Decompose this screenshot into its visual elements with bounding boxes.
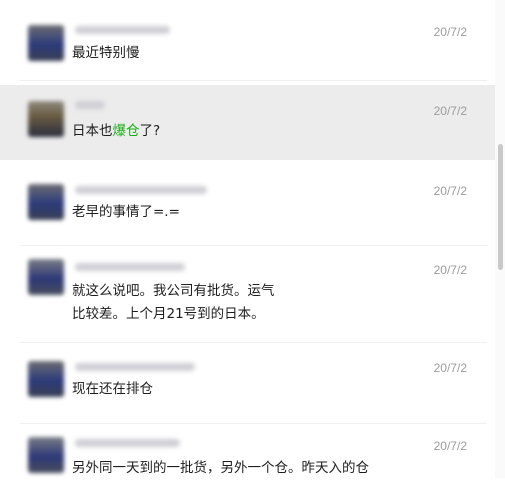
vertical-scrollbar[interactable] — [495, 0, 505, 478]
message-date: 20/7/2 — [433, 104, 467, 118]
avatar[interactable] — [28, 25, 64, 61]
message-text: 老早的事情了=.= — [72, 204, 180, 220]
sender-name-blurred — [75, 186, 207, 194]
sender-name-blurred — [75, 101, 105, 109]
message-text: 就这么说吧。我公司有批货。运气比较差。上个月21号到的日本。 — [72, 283, 275, 322]
message-date: 20/7/2 — [433, 361, 467, 375]
message-text: 另外同一天到的一批货，另外一个仓。昨天入的仓 — [72, 460, 369, 476]
message-date: 20/7/2 — [433, 263, 467, 277]
message-item[interactable]: 20/7/2 就这么说吧。我公司有批货。运气比较差。上个月21号到的日本。 — [0, 250, 495, 342]
avatar[interactable] — [28, 184, 64, 220]
sender-name-blurred — [75, 26, 170, 34]
sender-name-blurred — [75, 363, 195, 371]
divider — [20, 423, 487, 424]
divider — [20, 245, 487, 246]
message-text: 现在还在排仓 — [72, 381, 153, 397]
message-text: 最近特别慢 — [72, 45, 140, 61]
sender-name-blurred — [75, 263, 185, 271]
message-date: 20/7/2 — [433, 439, 467, 453]
message-list: 20/7/2 最近特别慢 20/7/2 日本也爆仓了? 20/7/2 老早的事情… — [0, 0, 505, 478]
message-text: 日本也爆仓了? — [72, 120, 282, 143]
message-item-selected[interactable]: 20/7/2 日本也爆仓了? — [0, 85, 495, 160]
divider — [20, 342, 487, 343]
divider — [20, 80, 487, 81]
avatar[interactable] — [28, 259, 64, 295]
sender-name-blurred — [75, 439, 180, 447]
message-text-after: 了? — [139, 123, 161, 139]
message-item[interactable]: 20/7/2 现在还在排仓 — [0, 345, 495, 423]
avatar[interactable] — [28, 361, 64, 397]
avatar[interactable] — [28, 437, 64, 473]
message-text-before: 日本也 — [72, 123, 113, 139]
keyword-link[interactable]: 爆仓 — [113, 123, 140, 139]
message-date: 20/7/2 — [433, 25, 467, 39]
message-item[interactable]: 20/7/2 最近特别慢 — [0, 0, 495, 80]
message-date: 20/7/2 — [433, 184, 467, 198]
scrollbar-thumb[interactable] — [498, 144, 503, 270]
message-item[interactable]: 20/7/2 老早的事情了=.= — [0, 170, 495, 245]
avatar[interactable] — [28, 101, 64, 137]
message-item[interactable]: 20/7/2 另外同一天到的一批货，另外一个仓。昨天入的仓 — [0, 425, 495, 478]
